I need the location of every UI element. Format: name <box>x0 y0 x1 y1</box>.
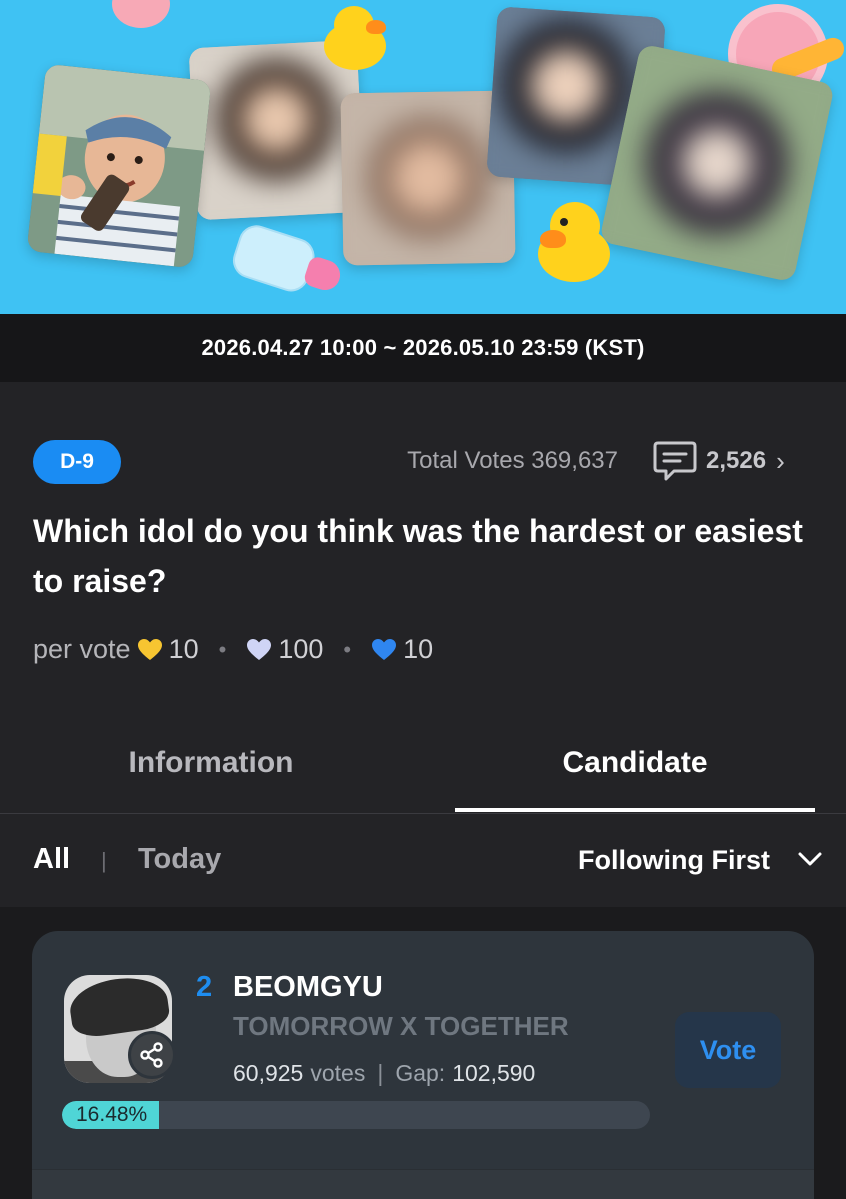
gap-label: Gap: <box>395 1060 446 1086</box>
tab-bar: Information Candidate <box>0 728 846 814</box>
childhood-photo-5 <box>599 43 835 283</box>
vote-period: 2026.04.27 10:00 ~ 2026.05.10 23:59 (KST… <box>0 314 846 382</box>
vote-count-suffix: votes <box>310 1060 366 1086</box>
tab-candidate[interactable]: Candidate <box>455 746 815 780</box>
vote-question: Which idol do you think was the hardest … <box>33 513 803 599</box>
tab-information[interactable]: Information <box>31 746 391 780</box>
gap-value: 102,590 <box>452 1060 536 1086</box>
separator-dot: • <box>218 636 227 662</box>
comments-link[interactable]: 2,526 › <box>652 440 785 482</box>
childhood-photo-3 <box>340 90 516 266</box>
vote-count: 60,925 <box>233 1060 304 1086</box>
vote-share-percent: 16.48% <box>76 1103 148 1126</box>
card-footer <box>32 1169 814 1199</box>
chevron-right-icon: › <box>776 445 785 476</box>
event-banner <box>0 0 846 314</box>
dday-badge: D-9 <box>33 440 121 484</box>
gold-heart-amount: 10 <box>168 634 199 664</box>
vote-share-bar: 16.48% <box>62 1101 650 1129</box>
childhood-photo-1 <box>26 63 212 269</box>
candidate-stats: 60,925 votes | Gap: 102,590 <box>233 1060 535 1087</box>
filter-today[interactable]: Today <box>138 843 221 876</box>
lavender-heart-amount: 100 <box>278 634 324 664</box>
rubber-duck-decoration <box>318 4 388 72</box>
lavender-heart-icon <box>247 638 272 660</box>
total-votes: Total Votes 369,637 <box>407 447 618 474</box>
chevron-down-icon[interactable] <box>796 845 824 873</box>
separator-dot: • <box>343 636 352 662</box>
stats-divider: | <box>377 1060 384 1086</box>
candidate-card[interactable]: 2 BEOMGYU TOMORROW X TOGETHER 60,925 vot… <box>32 931 814 1199</box>
active-tab-indicator <box>455 808 815 812</box>
blue-heart-icon <box>372 638 397 660</box>
rubber-duck-decoration <box>534 196 616 286</box>
vote-button[interactable]: Vote <box>675 1012 781 1088</box>
baby-bottle-decoration <box>228 220 347 306</box>
candidate-name: BEOMGYU <box>233 971 383 1003</box>
comment-icon <box>653 441 697 481</box>
per-vote-cost: per vote 10 • 100 • 10 <box>33 634 433 665</box>
candidate-rank: 2 <box>196 971 213 1003</box>
candidate-group: TOMORROW X TOGETHER <box>233 1011 569 1041</box>
sort-dropdown[interactable]: Following First <box>578 845 770 876</box>
filter-divider: | <box>101 848 107 873</box>
per-vote-label: per vote <box>33 634 131 664</box>
filter-row: All | Today Following First <box>0 815 846 907</box>
toy-ball-decoration <box>112 0 170 28</box>
comment-count: 2,526 <box>706 447 767 474</box>
filter-all[interactable]: All <box>33 843 70 876</box>
share-button[interactable] <box>128 1031 176 1079</box>
blue-heart-amount: 10 <box>403 634 434 664</box>
share-icon <box>140 1042 163 1068</box>
gold-heart-icon <box>137 638 162 660</box>
